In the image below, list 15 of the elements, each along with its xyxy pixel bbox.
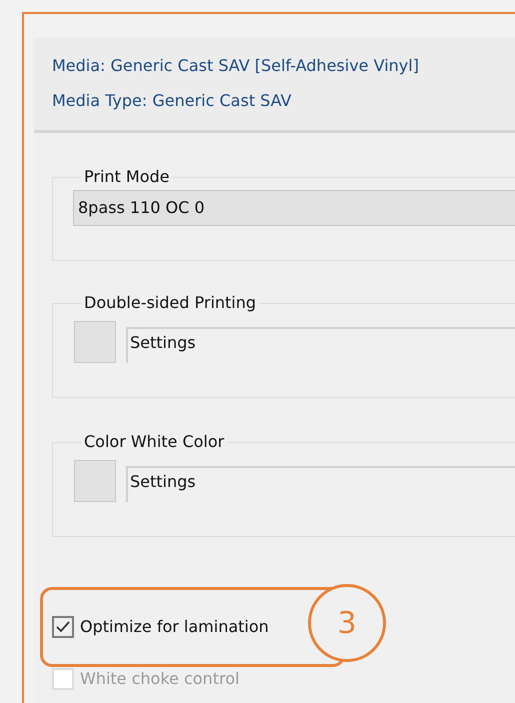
- checkbox[interactable]: [52, 616, 74, 638]
- check-icon: [55, 620, 71, 634]
- group-title: Double-sided Printing: [83, 292, 258, 314]
- checkbox-label: Optimize for lamination: [80, 616, 269, 638]
- color-swatch[interactable]: [74, 321, 116, 363]
- checkbox-label: White choke control: [80, 668, 240, 690]
- print-mode-dropdown[interactable]: 8pass 110 OC 0: [73, 190, 515, 226]
- media-info-text: Media: Generic Cast SAV [Self-Adhesive Vinyl]: [52, 55, 420, 77]
- color-swatch[interactable]: [74, 460, 116, 502]
- settings-field[interactable]: Settings: [126, 466, 515, 502]
- group-title: Color White Color: [83, 431, 226, 453]
- callout-number: 3: [308, 584, 386, 662]
- group-title: Print Mode: [83, 166, 170, 188]
- media-info-text: Media Type: Generic Cast SAV: [52, 90, 292, 112]
- settings-field[interactable]: Settings: [126, 327, 515, 363]
